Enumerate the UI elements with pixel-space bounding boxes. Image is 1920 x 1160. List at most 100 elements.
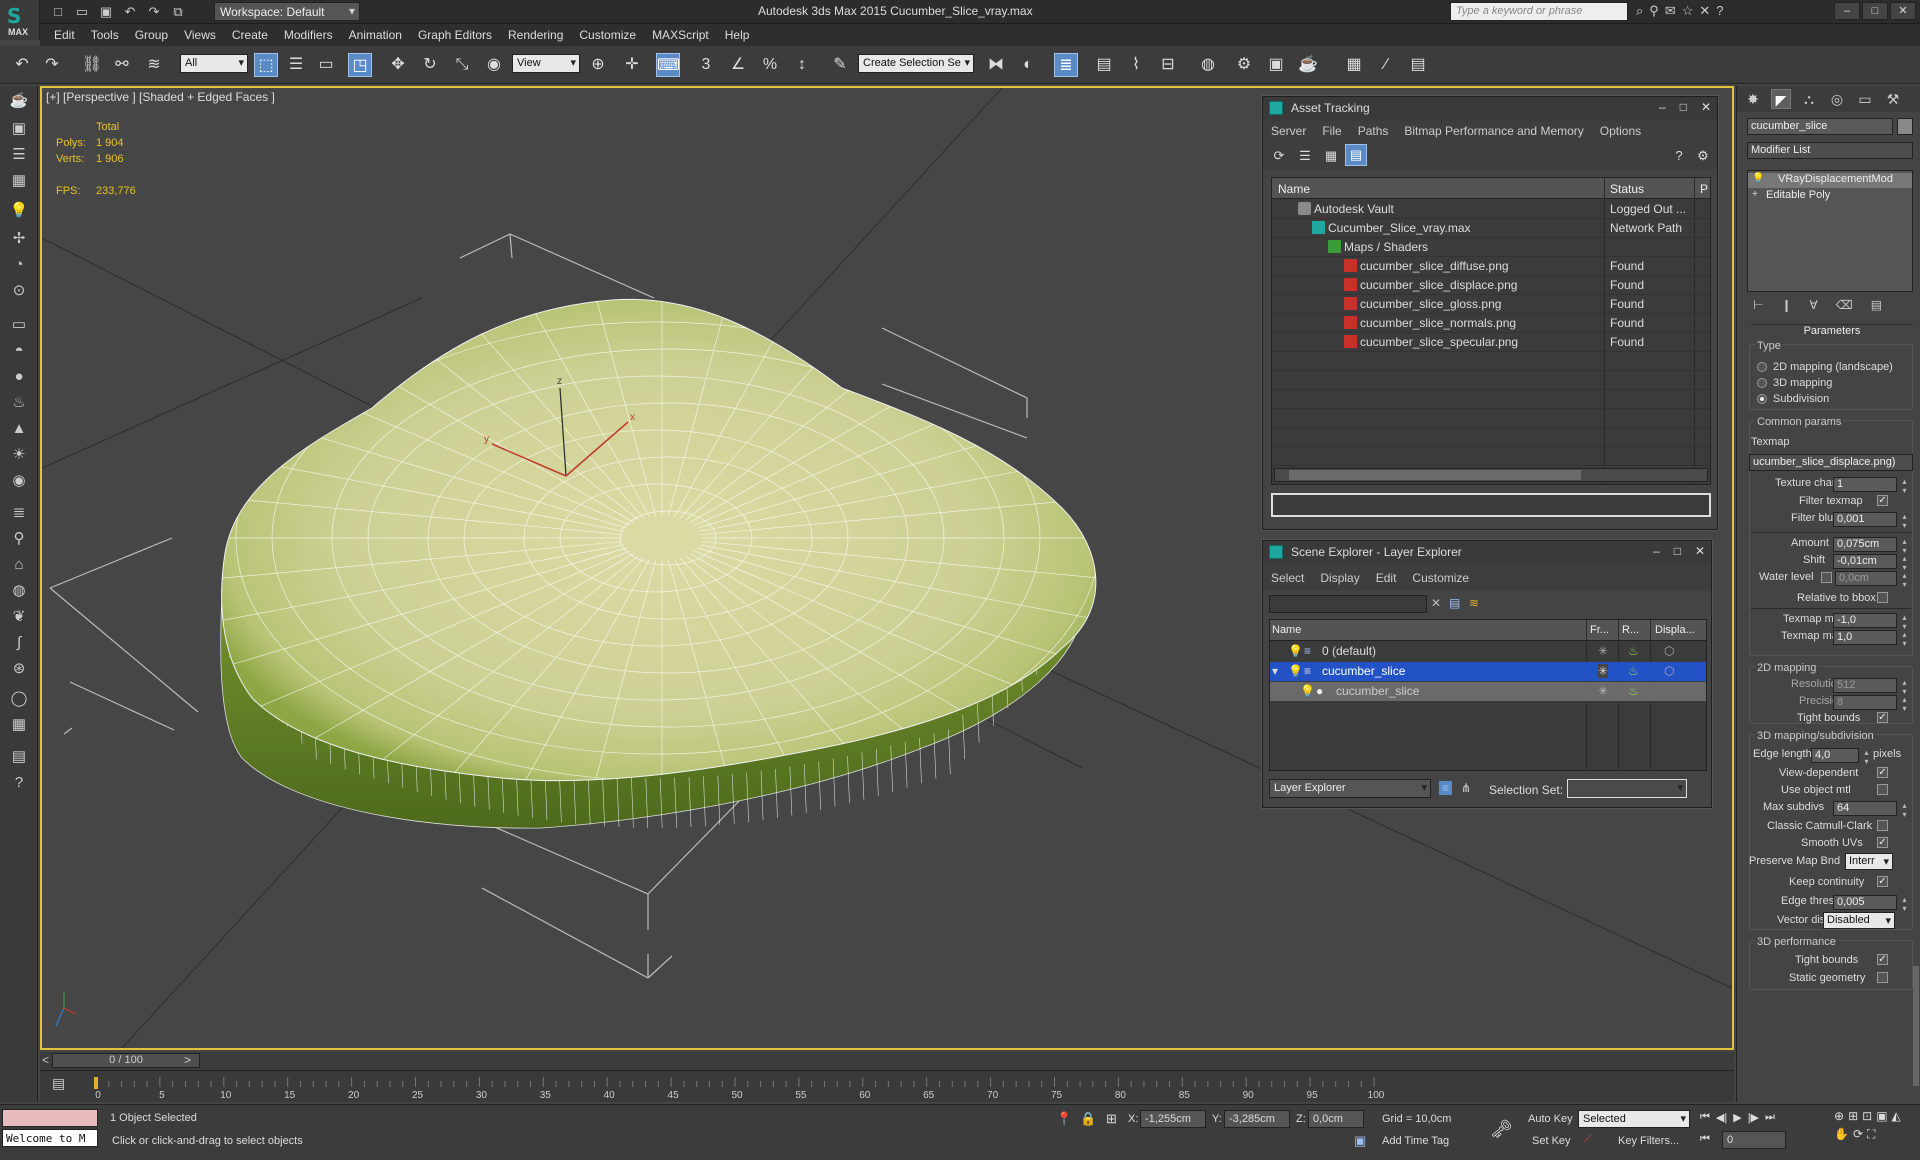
- selection-lock-icon[interactable]: 🔒: [1080, 1111, 1096, 1127]
- material-sphere-icon[interactable]: ◯: [7, 688, 31, 710]
- select-and-place-icon[interactable]: ◉: [482, 53, 506, 77]
- menu-file[interactable]: File: [1322, 124, 1341, 140]
- menu-help[interactable]: Help: [725, 28, 766, 42]
- maximize-icon[interactable]: □: [1680, 100, 1687, 114]
- display-tab-icon[interactable]: ▭: [1855, 89, 1875, 109]
- communication-icon[interactable]: ✉: [1665, 3, 1676, 19]
- sun-icon[interactable]: ☀: [7, 444, 31, 466]
- tight-bounds-checkbox[interactable]: ✓: [1877, 712, 1888, 723]
- fluid-icon[interactable]: ⊛: [7, 658, 31, 680]
- camera-icon[interactable]: ◔: [7, 254, 31, 276]
- select-by-name-icon[interactable]: ☰: [284, 53, 308, 77]
- table-row[interactable]: cucumber_slice_gloss.png Found: [1272, 295, 1710, 314]
- goto-end-icon[interactable]: ⏭: [1765, 1111, 1775, 1124]
- menu-select[interactable]: Select: [1271, 571, 1304, 588]
- key-mode-icon[interactable]: ⟋: [1584, 1133, 1592, 1146]
- reference-coordinate-dropdown[interactable]: View: [512, 54, 580, 73]
- col-display-header[interactable]: Displa...: [1655, 624, 1695, 636]
- static-geom-checkbox[interactable]: [1877, 972, 1888, 983]
- viewport-label[interactable]: [+] [Perspective ] [Shaded + Edged Faces…: [46, 90, 275, 104]
- freeze-snowflake-icon[interactable]: ✳: [1598, 644, 1608, 658]
- rectangular-selection-icon[interactable]: ▭: [314, 53, 338, 77]
- texmap-min-spinner[interactable]: -1,0: [1833, 613, 1906, 631]
- select-and-move-icon[interactable]: ✥: [386, 53, 410, 77]
- menu-maxscript[interactable]: MAXScript: [652, 28, 725, 42]
- undo-icon[interactable]: ↶: [120, 3, 140, 21]
- texmap-max-spinner[interactable]: 1,0: [1833, 630, 1906, 648]
- infocenter-icon[interactable]: ⚲: [1649, 3, 1659, 19]
- smooth-uvs-checkbox[interactable]: ✓: [1877, 837, 1888, 848]
- classic-cc-checkbox[interactable]: [1877, 820, 1888, 831]
- redo-icon[interactable]: ↷: [40, 53, 64, 77]
- configure-sets-icon[interactable]: ▤: [1871, 298, 1882, 318]
- orbit-icon[interactable]: ⟳: [1853, 1127, 1863, 1142]
- plant-icon[interactable]: ❦: [7, 606, 31, 628]
- menu-bitmap-performance[interactable]: Bitmap Performance and Memory: [1404, 124, 1583, 140]
- show-end-result-icon[interactable]: ❙: [1781, 298, 1791, 318]
- zoom-all-icon[interactable]: ⊞: [1848, 1109, 1858, 1123]
- next-frame-arrow-icon[interactable]: >: [184, 1053, 191, 1067]
- view-dependent-checkbox[interactable]: ✓: [1877, 767, 1888, 778]
- sphere-icon[interactable]: ●: [7, 366, 31, 388]
- absolute-mode-icon[interactable]: ⊞: [1106, 1111, 1117, 1127]
- refresh-icon[interactable]: ⟳: [1267, 144, 1291, 168]
- play-icon[interactable]: ▶: [1733, 1111, 1741, 1124]
- maximize-window-button[interactable]: □: [1862, 2, 1888, 20]
- vector-displ-dropdown[interactable]: Disabled: [1823, 912, 1895, 929]
- pan-icon[interactable]: ✋: [1834, 1127, 1849, 1142]
- explorer-type-dropdown[interactable]: Layer Explorer: [1269, 779, 1431, 798]
- hair-icon[interactable]: ∫: [7, 632, 31, 654]
- grid-icon[interactable]: ▦: [7, 170, 31, 192]
- col-name-header[interactable]: Name: [1278, 182, 1310, 196]
- help-question-icon[interactable]: ?: [1667, 144, 1691, 168]
- minimize-icon[interactable]: –: [1653, 544, 1660, 558]
- select-and-link-icon[interactable]: ⛓: [80, 53, 104, 77]
- key-mode-toggle-icon[interactable]: ⏮: [1700, 1133, 1710, 1146]
- time-slider[interactable]: < 0 / 100 >: [40, 1052, 1734, 1070]
- water-level-checkbox[interactable]: [1821, 572, 1832, 583]
- z-coordinate-field[interactable]: 0,0cm: [1308, 1110, 1364, 1128]
- align-icon[interactable]: ◐: [1016, 53, 1040, 77]
- field-of-view-icon[interactable]: ◭: [1892, 1109, 1901, 1123]
- menu-paths[interactable]: Paths: [1358, 124, 1389, 140]
- y-coordinate-field[interactable]: -3,285cm: [1224, 1110, 1290, 1128]
- filter-blur-spinner[interactable]: 0,001: [1833, 512, 1906, 530]
- window-crossing-icon[interactable]: ◳: [348, 53, 372, 77]
- display-box-icon[interactable]: ⬡: [1664, 664, 1674, 678]
- maxscript-mini-listener[interactable]: Welcome to M: [2, 1129, 98, 1147]
- keyword-search-input[interactable]: Type a keyword or phrase: [1450, 2, 1628, 21]
- menu-server[interactable]: Server: [1271, 124, 1306, 140]
- table-view-icon[interactable]: ▤: [1345, 144, 1367, 166]
- asset-tracking-titlebar[interactable]: Asset Tracking – □ ✕: [1263, 97, 1717, 121]
- freeze-snowflake-icon[interactable]: ✳: [1598, 664, 1609, 678]
- workspace-dropdown[interactable]: Workspace: Default: [214, 2, 360, 21]
- fur-icon[interactable]: ≣: [7, 502, 31, 524]
- table-row[interactable]: cucumber_slice_specular.png Found: [1272, 333, 1710, 352]
- script-icon[interactable]: ▤: [7, 746, 31, 768]
- selection-set-dropdown[interactable]: [1567, 779, 1687, 798]
- command-panel-scrollbar[interactable]: [1913, 966, 1919, 1086]
- layer-on-bulb-icon[interactable]: 💡: [1288, 664, 1303, 678]
- undo-icon[interactable]: ↶: [10, 53, 34, 77]
- redo-icon[interactable]: ↷: [144, 3, 164, 21]
- rendered-frame-window-icon[interactable]: ▣: [1264, 53, 1288, 77]
- mirror-icon[interactable]: ⧓: [984, 53, 1008, 77]
- table-row[interactable]: cucumber_slice_displace.png Found: [1272, 276, 1710, 295]
- display-box-icon[interactable]: ⬡: [1664, 644, 1674, 658]
- mapping-2d-radio[interactable]: [1757, 362, 1767, 372]
- list-view-icon[interactable]: ☰: [1293, 144, 1317, 168]
- zoom-extents-icon[interactable]: ⊡: [1862, 1109, 1872, 1123]
- col-name-header[interactable]: Name: [1272, 624, 1301, 636]
- time-tag-icon[interactable]: ▣: [1354, 1133, 1366, 1149]
- spinner-snap-icon[interactable]: ↕: [790, 53, 814, 77]
- help-icon[interactable]: ?: [1716, 3, 1723, 19]
- relative-bbox-checkbox[interactable]: [1877, 592, 1888, 603]
- max-subdivs-spinner[interactable]: 64: [1833, 801, 1906, 819]
- dome-icon[interactable]: ◓: [7, 340, 31, 362]
- menu-tools[interactable]: Tools: [91, 28, 135, 42]
- goto-start-icon[interactable]: ⏮: [1700, 1111, 1710, 1124]
- close-window-button[interactable]: ✕: [1890, 2, 1916, 20]
- exchange-icon[interactable]: ✕: [1699, 3, 1710, 19]
- menu-customize[interactable]: Customize: [579, 28, 652, 42]
- menu-animation[interactable]: Animation: [349, 28, 418, 42]
